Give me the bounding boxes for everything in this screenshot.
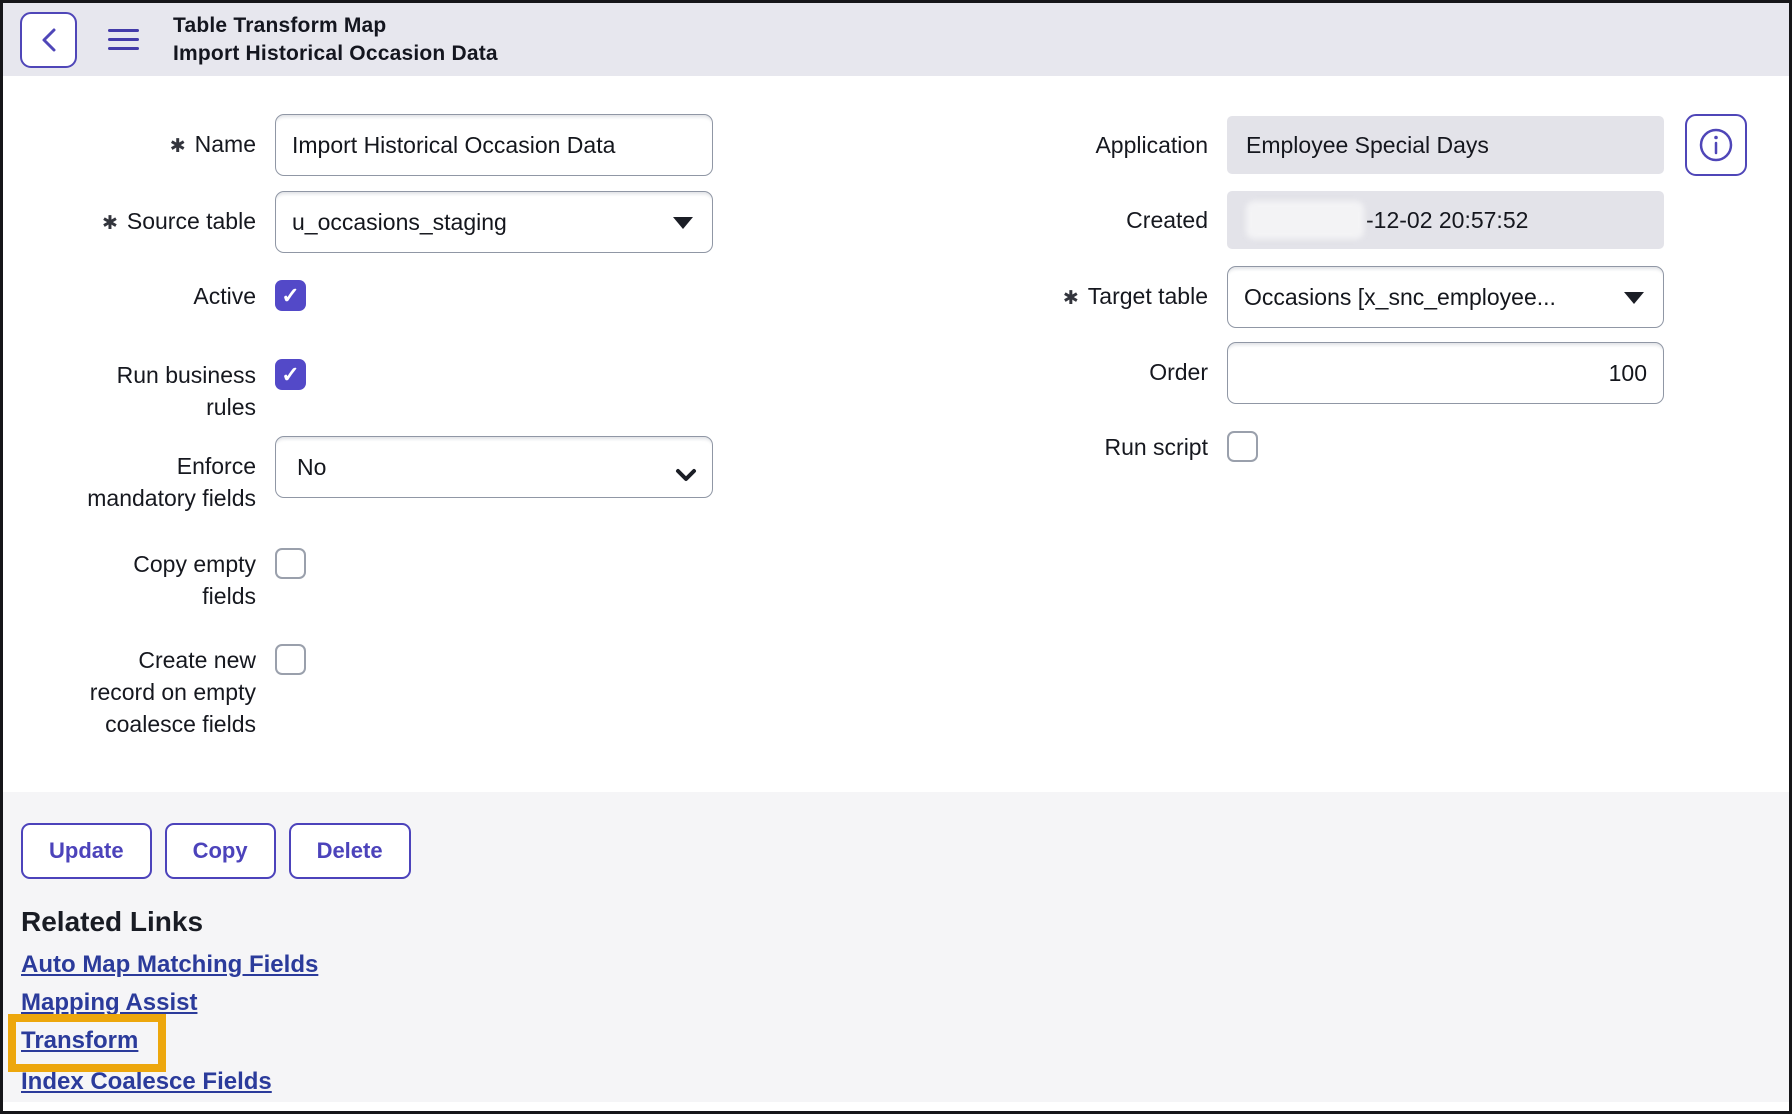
run-business-rules-row: Run business rules	[3, 359, 306, 423]
enforce-mandatory-fields-select[interactable]: No	[275, 436, 713, 498]
application-row: Application Employee Special Days	[955, 116, 1664, 174]
name-row: ✱Name	[3, 114, 713, 176]
source-table-label: ✱Source table	[3, 191, 256, 253]
target-table-label: ✱Target table	[955, 266, 1208, 328]
delete-button[interactable]: Delete	[289, 823, 411, 879]
source-table-row: ✱Source table u_occasions_staging	[3, 191, 713, 253]
copy-empty-fields-label: Copy empty fields	[3, 548, 256, 612]
target-table-value: Occasions [x_snc_employee...	[1244, 284, 1556, 311]
record-name-title: Import Historical Occasion Data	[173, 40, 498, 68]
active-label: Active	[3, 280, 256, 312]
name-label: ✱Name	[3, 114, 256, 176]
target-table-dropdown[interactable]: Occasions [x_snc_employee...	[1227, 266, 1664, 328]
required-icon: ✱	[1063, 288, 1079, 309]
active-row: Active	[3, 280, 306, 312]
create-new-record-row: Create new record on empty coalesce fiel…	[3, 644, 306, 740]
source-table-value: u_occasions_staging	[292, 209, 507, 236]
copy-empty-fields-checkbox[interactable]	[275, 548, 306, 579]
enforce-mandatory-fields-label: Enforce mandatory fields	[3, 436, 256, 514]
record-type-title: Table Transform Map	[173, 12, 498, 40]
enforce-mandatory-fields-value: No	[297, 454, 326, 481]
order-input[interactable]	[1227, 342, 1664, 404]
enforce-mandatory-fields-row: Enforce mandatory fields No	[3, 436, 713, 514]
related-link-mapping-assist[interactable]: Mapping Assist	[21, 989, 197, 1016]
chevron-left-icon	[38, 27, 60, 53]
triangle-down-icon	[673, 217, 693, 229]
related-link-auto-map-matching-fields[interactable]: Auto Map Matching Fields	[21, 951, 318, 978]
redacted-blur	[1246, 201, 1364, 239]
create-new-record-checkbox[interactable]	[275, 644, 306, 675]
update-button[interactable]: Update	[21, 823, 152, 879]
related-links-list: Auto Map Matching Fields Mapping Assist …	[21, 947, 1789, 1102]
related-link-transform-row: Transform	[21, 1023, 1789, 1064]
form-body: ✱Name ✱Source table u_occasions_staging …	[3, 76, 1789, 792]
order-label: Order	[955, 342, 1208, 404]
created-label: Created	[955, 191, 1208, 249]
info-circle-icon	[1698, 127, 1734, 163]
app-window: Table Transform Map Import Historical Oc…	[0, 0, 1792, 1114]
page-title: Table Transform Map Import Historical Oc…	[173, 12, 498, 68]
info-button[interactable]	[1685, 114, 1747, 176]
form-footer: Update Copy Delete Related Links Auto Ma…	[3, 792, 1789, 1111]
chevron-down-icon	[675, 466, 697, 484]
hamburger-icon[interactable]	[108, 29, 139, 50]
created-field: -12-02 20:57:52	[1227, 191, 1664, 249]
created-row: Created -12-02 20:57:52	[955, 191, 1664, 249]
required-icon: ✱	[170, 136, 186, 157]
related-link-auto-map-row: Auto Map Matching Fields	[21, 947, 1789, 985]
related-link-index-coalesce-row: Index Coalesce Fields	[21, 1064, 1789, 1102]
form-header: Table Transform Map Import Historical Oc…	[3, 3, 1789, 76]
application-field: Employee Special Days	[1227, 116, 1664, 174]
target-table-row: ✱Target table Occasions [x_snc_employee.…	[955, 266, 1664, 328]
name-input[interactable]	[275, 114, 713, 176]
create-new-record-label: Create new record on empty coalesce fiel…	[3, 644, 256, 740]
triangle-down-icon	[1624, 292, 1644, 304]
related-links-heading: Related Links	[21, 906, 1789, 938]
action-buttons: Update Copy Delete	[21, 823, 1789, 879]
required-icon: ✱	[102, 213, 118, 234]
run-business-rules-label: Run business rules	[3, 359, 256, 423]
application-label: Application	[955, 116, 1208, 174]
run-script-checkbox[interactable]	[1227, 431, 1258, 462]
related-link-transform[interactable]: Transform	[21, 1027, 138, 1054]
bottom-strip	[3, 1102, 1789, 1111]
created-value: -12-02 20:57:52	[1366, 207, 1528, 234]
related-link-mapping-assist-row: Mapping Assist	[21, 985, 1789, 1023]
source-table-dropdown[interactable]: u_occasions_staging	[275, 191, 713, 253]
active-checkbox[interactable]	[275, 280, 306, 311]
run-script-row: Run script	[955, 431, 1258, 463]
run-business-rules-checkbox[interactable]	[275, 359, 306, 390]
transform-highlight-box: Transform	[8, 1014, 166, 1072]
run-script-label: Run script	[955, 431, 1208, 463]
order-row: Order	[955, 342, 1664, 404]
application-value: Employee Special Days	[1246, 132, 1489, 159]
related-link-index-coalesce-fields[interactable]: Index Coalesce Fields	[21, 1068, 272, 1095]
back-button[interactable]	[20, 12, 77, 68]
copy-button[interactable]: Copy	[165, 823, 276, 879]
copy-empty-fields-row: Copy empty fields	[3, 548, 306, 612]
